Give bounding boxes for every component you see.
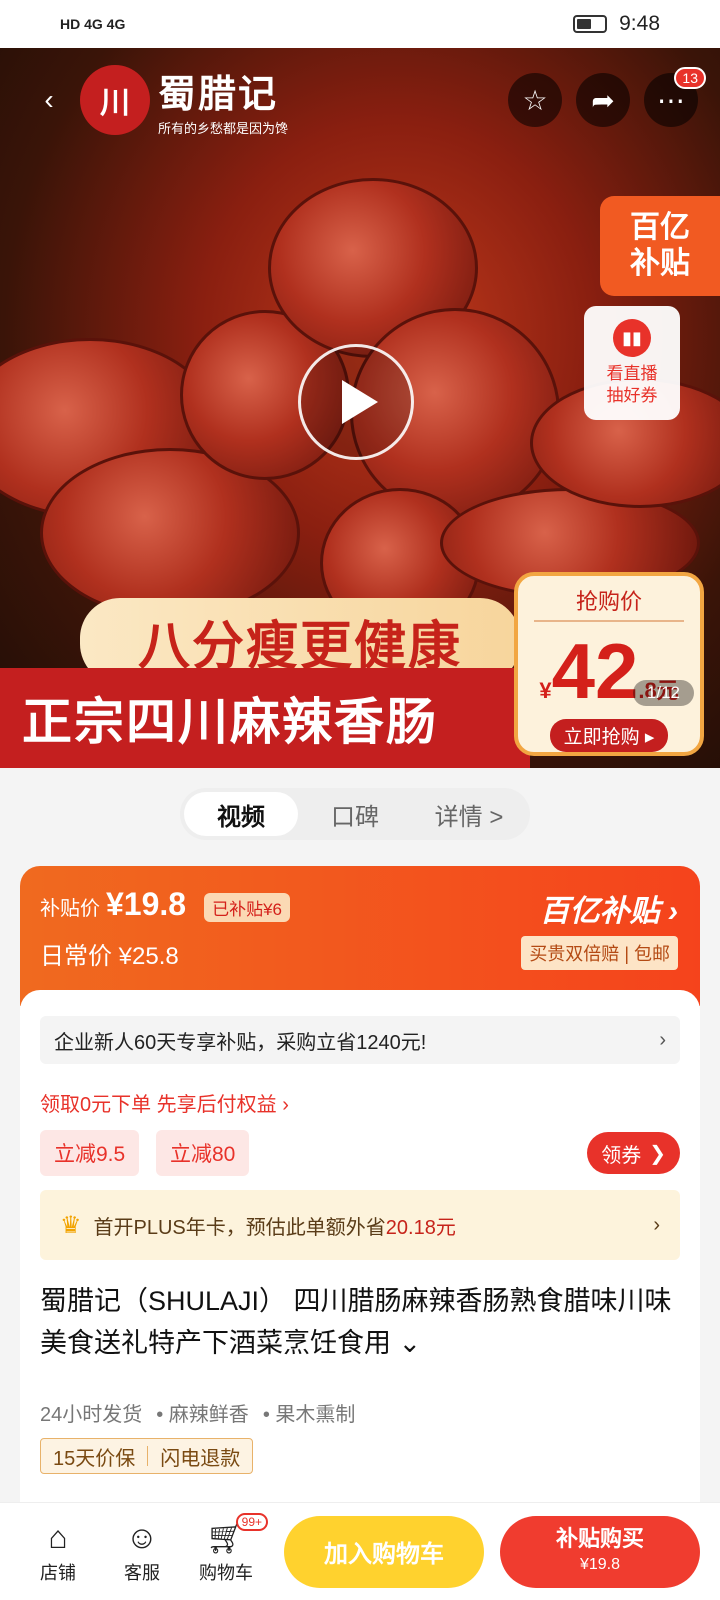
plus-membership-banner[interactable]: ♛ 首开PLUS年卡，预估此单额外省20.18元 › <box>40 1190 680 1260</box>
network-indicators: HD 4G 4G <box>60 16 126 32</box>
feature-item: • 麻辣鲜香 <box>156 1404 249 1426</box>
battery-icon <box>573 15 608 33</box>
product-media-carousel[interactable]: ‹ 川 蜀腊记 所有的乡愁都是因为馋 ☆ ➦ ⋯ 13 百亿 补贴 ▮▮ 看直播… <box>0 48 720 768</box>
enterprise-subsidy-banner[interactable]: 企业新人60天专享补贴，采购立省1240元! › <box>40 1016 680 1064</box>
tab-video[interactable]: 视频 <box>184 792 298 836</box>
subsidy-tag-line2: 补贴 <box>630 247 690 280</box>
price-protection-label: 15天价保 <box>53 1447 136 1470</box>
notification-badge: 13 <box>674 67 706 89</box>
feature-item: 24小时发货 <box>40 1404 143 1426</box>
live-label-line1: 看直播 <box>606 364 658 383</box>
subsidy-price-card[interactable]: 补贴价 ¥19.8 已补贴¥6 日常价 ¥25.8 百亿补贴 › 买贵双倍赔 |… <box>20 866 700 1006</box>
tab-reviews[interactable]: 口碑 <box>298 792 412 836</box>
cart-count-badge: 99+ <box>235 1512 268 1531</box>
coupon-chip[interactable]: 立减9.5 <box>40 1130 140 1176</box>
add-to-cart-button[interactable]: 加入购物车 <box>284 1515 484 1588</box>
cart-button[interactable]: 🛒︎ 99+ 购物车 <box>184 1512 268 1585</box>
star-icon: ☆ <box>522 84 548 116</box>
back-button[interactable]: ‹ <box>22 73 76 127</box>
store-icon: ⌂ <box>48 1518 68 1555</box>
double-refund-guarantee: 买贵双倍赔 | 包邮 <box>521 936 678 970</box>
product-features: 24小时发货 • 麻辣鲜香 • 果木熏制 <box>40 1398 355 1427</box>
shop-label: 店铺 <box>40 1562 76 1583</box>
flash-price-label: 抢购价 <box>534 584 684 622</box>
bottom-action-bar: ⌂ 店铺 ☺ 客服 🛒︎ 99+ 购物车 加入购物车 补贴购买 ¥19.8 <box>0 1502 720 1600</box>
flash-price-box[interactable]: 抢购价 ¥42.8元 立即抢购 ▸ <box>514 572 704 756</box>
share-button[interactable]: ➦ <box>576 73 630 127</box>
plus-unit: 元 <box>435 1216 456 1239</box>
image-counter: 1/12 <box>632 680 694 706</box>
enterprise-subsidy-text: 企业新人60天专享补贴，采购立省1240元! <box>54 1031 427 1054</box>
subsidy-tag-line1: 百亿 <box>630 211 690 244</box>
brand-logo: 川 蜀腊记 所有的乡愁都是因为馋 <box>80 63 288 137</box>
shop-button[interactable]: ⌂ 店铺 <box>16 1519 100 1585</box>
subsidy-logo[interactable]: 百亿补贴 › <box>540 886 678 930</box>
subsidy-float-tag[interactable]: 百亿 补贴 <box>600 196 720 296</box>
chevron-right-icon: › <box>659 1028 666 1051</box>
product-info-panel: 企业新人60天专享补贴，采购立省1240元! › 领取0元下单 先享后付权益 ›… <box>20 990 700 1550</box>
live-coupon-button[interactable]: ▮▮ 看直播 抽好券 <box>584 306 680 420</box>
live-label-line2: 抽好券 <box>606 386 658 405</box>
customer-service-button[interactable]: ☺ 客服 <box>100 1519 184 1585</box>
plus-text: 首开PLUS年卡，预估此单额外省 <box>93 1216 386 1239</box>
get-coupon-label: 领券 <box>601 1144 642 1167</box>
subsidy-price-label: 补贴价 <box>40 898 100 920</box>
service-label: 客服 <box>124 1562 160 1583</box>
chevron-right-circle-icon: ❯ <box>649 1142 666 1165</box>
daily-price: 日常价 ¥25.8 <box>40 943 179 970</box>
plus-savings: 20.18 <box>385 1216 436 1239</box>
buy-now-price: ¥19.8 <box>579 1555 621 1573</box>
subsidy-price: ¥19.8 <box>106 886 187 922</box>
more-button[interactable]: ⋯ 13 <box>644 67 706 127</box>
subsidy-buy-button[interactable]: 补贴购买 ¥19.8 <box>500 1515 700 1588</box>
media-tabs: 视频 口碑 详情 > <box>180 788 530 840</box>
brand-slogan: 所有的乡愁都是因为馋 <box>158 121 289 136</box>
clock: 9:48 <box>619 12 660 35</box>
coupon-chip[interactable]: 立减80 <box>156 1130 250 1176</box>
share-icon: ➦ <box>591 84 615 116</box>
service-guarantees[interactable]: 15天价保 闪电退款 <box>40 1438 254 1474</box>
feature-item: • 果木熏制 <box>262 1404 356 1426</box>
brand-name: 蜀腊记 <box>158 74 279 116</box>
product-title[interactable]: 蜀腊记（SHULAJI） 四川腊肠麻辣香肠熟食腊味川味美食送礼特产下酒菜烹饪食用… <box>40 1280 680 1364</box>
tab-details[interactable]: 详情 > <box>412 792 526 836</box>
live-icon: ▮▮ <box>613 319 651 357</box>
crown-icon: ♛ <box>60 1211 82 1239</box>
play-video-button[interactable] <box>298 344 414 460</box>
flash-buy-button[interactable]: 立即抢购 ▸ <box>549 719 669 752</box>
cart-label: 购物车 <box>199 1562 253 1583</box>
get-coupon-button[interactable]: 领券 ❯ <box>587 1132 680 1174</box>
chat-smile-icon: ☺ <box>125 1518 159 1555</box>
buy-now-label: 补贴购买 <box>555 1525 644 1551</box>
fast-refund-label: 闪电退款 <box>160 1447 241 1470</box>
subsidized-amount-badge: 已补贴¥6 <box>204 893 290 922</box>
promo-banner-bottom: 正宗四川麻辣香肠 <box>0 668 530 768</box>
chevron-right-icon: › <box>653 1213 660 1236</box>
favorite-button[interactable]: ☆ <box>508 73 562 127</box>
brand-emblem-icon: 川 <box>80 65 150 135</box>
pay-later-link[interactable]: 领取0元下单 先享后付权益 › <box>40 1088 289 1117</box>
status-bar: HD 4G 4G 9:48 <box>0 0 720 48</box>
